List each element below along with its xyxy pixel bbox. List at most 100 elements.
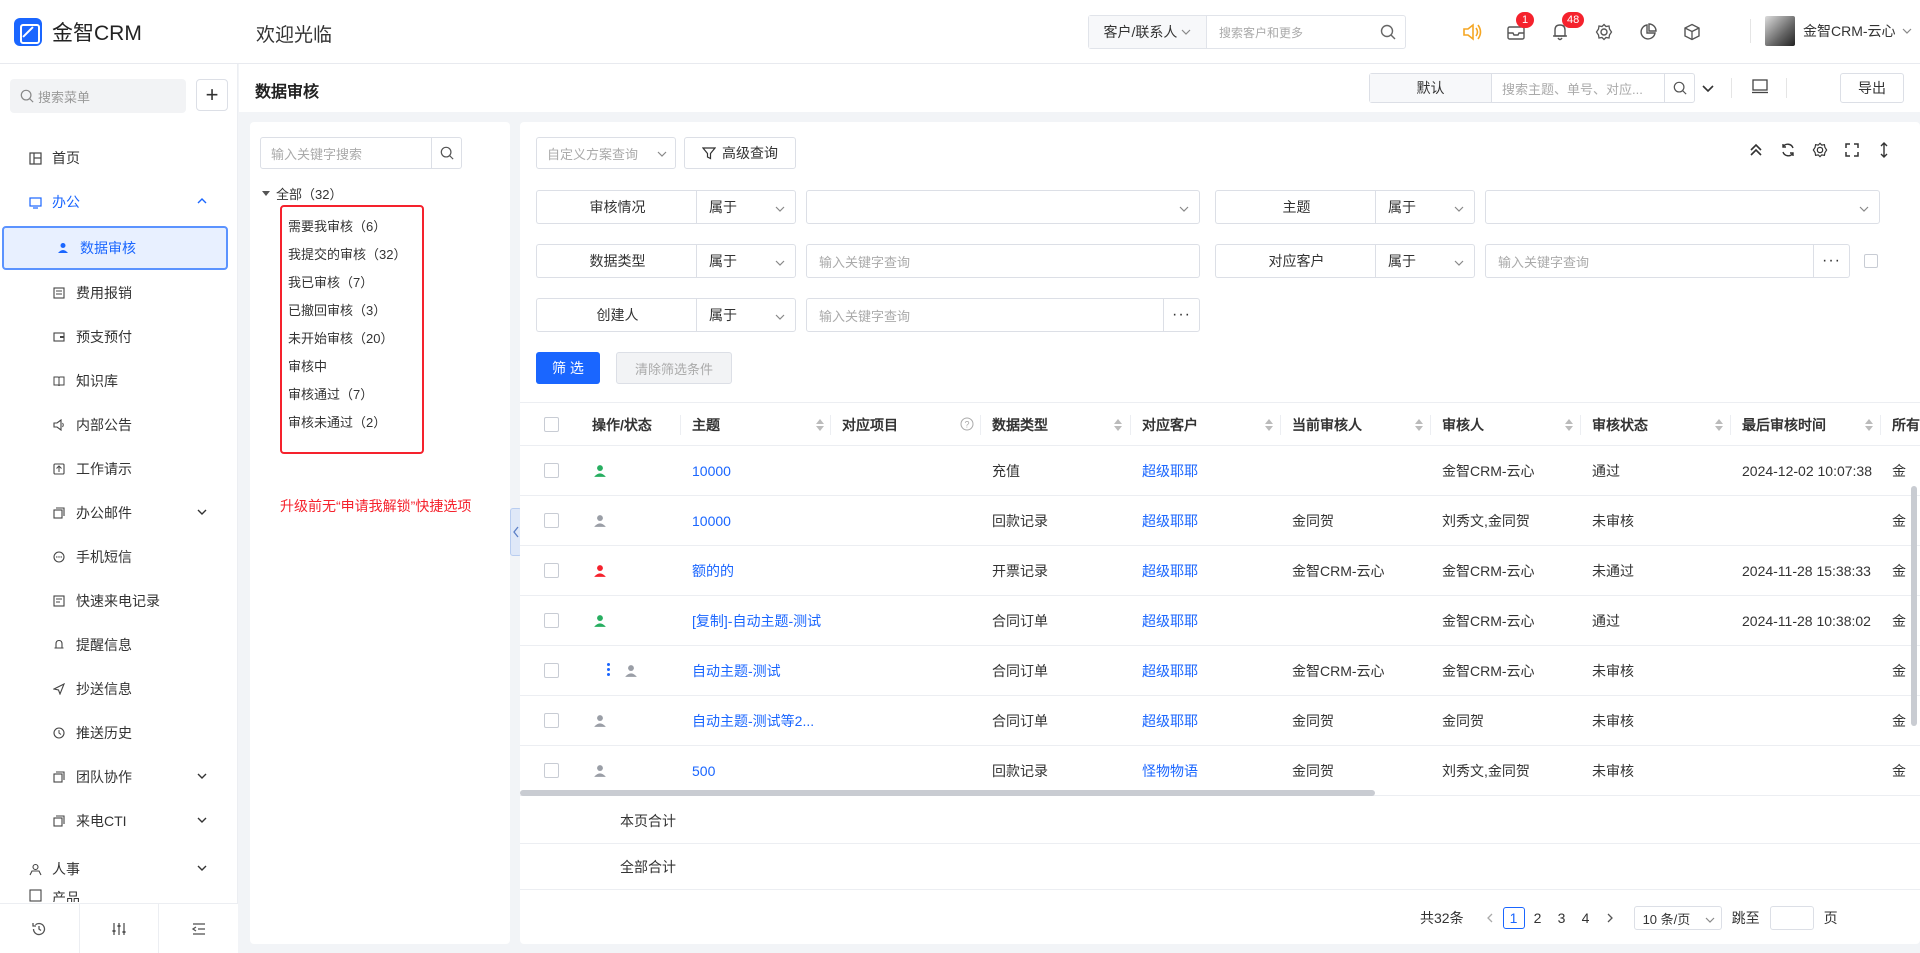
- sort-icon[interactable]: [1415, 419, 1423, 431]
- brand-logo[interactable]: 金智CRM: [14, 17, 142, 47]
- table-row[interactable]: [复制]-自动主题-测试 合同订单 超级耶耶 金智CRM-云心 通过 2024-11-28…: [520, 596, 1920, 646]
- tree-node-reviewed[interactable]: 我已审核（7）: [288, 272, 373, 291]
- tree-root[interactable]: 全部（32）: [262, 184, 342, 203]
- export-button[interactable]: 导出: [1840, 73, 1904, 103]
- tree-node-rejected[interactable]: 审核未通过（2）: [288, 412, 386, 431]
- search-icon[interactable]: [1664, 74, 1694, 102]
- global-search-input[interactable]: 搜索客户和更多: [1207, 24, 1371, 41]
- search-icon[interactable]: [1371, 24, 1405, 40]
- chevron-down-icon[interactable]: [1701, 82, 1715, 96]
- cell-customer[interactable]: 超级耶耶: [1142, 446, 1198, 496]
- horizontal-scrollbar[interactable]: [520, 790, 1920, 797]
- sidebar-item-office[interactable]: 办公: [0, 180, 230, 224]
- history-icon[interactable]: [0, 904, 80, 953]
- sort-icon[interactable]: [1114, 419, 1122, 431]
- cube-icon[interactable]: [1670, 18, 1714, 46]
- cell-subject[interactable]: 自动主题-测试: [692, 646, 781, 696]
- sidebar-item-expense[interactable]: 费用报销: [0, 271, 230, 315]
- tree-node-not-started[interactable]: 未开始审核（20）: [288, 328, 393, 347]
- sidebar-item-team[interactable]: 团队协作: [0, 755, 230, 799]
- tree-node-my-submitted[interactable]: 我提交的审核（32）: [288, 244, 406, 263]
- cell-customer[interactable]: 怪物物语: [1142, 746, 1198, 796]
- sort-icon[interactable]: [1565, 419, 1573, 431]
- collapse-up-icon[interactable]: [1740, 142, 1772, 158]
- bell-icon[interactable]: 48: [1538, 12, 1585, 46]
- table-row[interactable]: 自动主题-测试等2... 合同订单 超级耶耶 金同贺 金同贺 未审核金: [520, 696, 1920, 746]
- page-2[interactable]: 2: [1527, 907, 1549, 929]
- sidebar-item-cc[interactable]: 抄送信息: [0, 667, 230, 711]
- tree-node-withdrawn[interactable]: 已撤回审核（3）: [288, 300, 386, 319]
- gear-icon[interactable]: [1582, 18, 1626, 46]
- clear-filter-button[interactable]: 清除筛选条件: [616, 352, 732, 384]
- next-page-icon[interactable]: [1599, 907, 1621, 929]
- refresh-icon[interactable]: [1772, 142, 1804, 158]
- monitor-icon[interactable]: [1751, 79, 1769, 95]
- jump-page-input[interactable]: [1769, 906, 1814, 930]
- filter-op-select[interactable]: 属于: [1375, 190, 1475, 224]
- select-all-checkbox[interactable]: [544, 417, 559, 432]
- scheme-select[interactable]: 默认: [1370, 74, 1492, 102]
- sidebar-item-hr[interactable]: 人事: [0, 847, 230, 891]
- search-scope-select[interactable]: 客户/联系人: [1089, 16, 1207, 48]
- table-row[interactable]: 500 回款记录 怪物物语 金同贺 刘秀文,金同贺 未审核 金: [520, 746, 1920, 796]
- cell-customer[interactable]: 超级耶耶: [1142, 496, 1198, 546]
- page-search-input[interactable]: 搜索主题、单号、对应...: [1492, 74, 1664, 102]
- table-row[interactable]: 10000 回款记录 超级耶耶 金同贺 刘秀文,金同贺 未审核金: [520, 496, 1920, 546]
- sort-icon[interactable]: [1715, 419, 1723, 431]
- cell-subject[interactable]: 10000: [692, 446, 731, 496]
- add-button[interactable]: +: [196, 79, 228, 111]
- cell-customer[interactable]: 超级耶耶: [1142, 546, 1198, 596]
- filter-op-select[interactable]: 属于: [696, 244, 796, 278]
- row-checkbox[interactable]: [544, 663, 559, 678]
- sidebar-item-announcement[interactable]: 内部公告: [0, 403, 230, 447]
- mail-icon[interactable]: 1: [1494, 12, 1538, 46]
- table-row[interactable]: 额的的 开票记录 超级耶耶 金智CRM-云心 金智CRM-云心 未通过 2024-11-28…: [520, 546, 1920, 596]
- search-icon[interactable]: [431, 138, 461, 168]
- scrollbar-thumb[interactable]: [520, 790, 1375, 796]
- cell-subject[interactable]: [复制]-自动主题-测试: [692, 596, 821, 646]
- filter-button[interactable]: 筛 选: [536, 352, 600, 384]
- advanced-query-button[interactable]: 高级查询: [684, 137, 796, 169]
- filter-op-select[interactable]: 属于: [1375, 244, 1475, 278]
- prev-page-icon[interactable]: [1479, 907, 1501, 929]
- tree-node-approved[interactable]: 审核通过（7）: [288, 384, 373, 403]
- vertical-scrollbar[interactable]: [1911, 486, 1917, 726]
- sidebar-item-sms[interactable]: 手机短信: [0, 535, 230, 579]
- gear-icon[interactable]: [1804, 142, 1836, 158]
- help-icon[interactable]: ?: [960, 417, 974, 434]
- sort-icon[interactable]: [816, 419, 824, 431]
- collapse-menu-icon[interactable]: [159, 904, 238, 953]
- tree-node-need-my-review[interactable]: 需要我审核（6）: [288, 216, 386, 235]
- table-row[interactable]: 10000 充值 超级耶耶 金智CRM-云心 通过 2024-12-02 10:07:38…: [520, 446, 1920, 496]
- sidebar-item-cti[interactable]: 来电CTI: [0, 799, 230, 843]
- filter-value-data-type-input[interactable]: 输入关键字查询: [806, 244, 1200, 278]
- sidebar-item-data-audit[interactable]: 数据审核: [2, 226, 228, 270]
- page-3[interactable]: 3: [1551, 907, 1573, 929]
- menu-search-input[interactable]: 搜索菜单: [10, 79, 186, 113]
- custom-scheme-select[interactable]: 自定义方案查询: [536, 137, 676, 169]
- sort-icon[interactable]: [1865, 419, 1873, 431]
- row-height-icon[interactable]: [1868, 142, 1900, 158]
- sidebar-item-call-log[interactable]: 快速来电记录: [0, 579, 230, 623]
- row-checkbox[interactable]: [544, 463, 559, 478]
- tree-search-input[interactable]: 输入关键字搜索: [261, 138, 431, 168]
- row-more-icon[interactable]: [606, 663, 610, 678]
- settings-sliders-icon[interactable]: [80, 904, 160, 953]
- row-checkbox[interactable]: [544, 563, 559, 578]
- cell-customer[interactable]: 超级耶耶: [1142, 696, 1198, 746]
- filter-value-audit-status[interactable]: [806, 190, 1200, 224]
- cell-customer[interactable]: 超级耶耶: [1142, 646, 1198, 696]
- tree-node-in-review[interactable]: 审核中: [288, 356, 327, 375]
- filter-checkbox[interactable]: [1864, 254, 1878, 268]
- sidebar-item-product[interactable]: 产品: [0, 886, 230, 902]
- cell-subject[interactable]: 500: [692, 746, 715, 796]
- filter-value-customer-input[interactable]: 输入关键字查询 ···: [1485, 244, 1850, 278]
- sidebar-item-push-history[interactable]: 推送历史: [0, 711, 230, 755]
- sidebar-item-reminder[interactable]: 提醒信息: [0, 623, 230, 667]
- caret-down-icon[interactable]: [262, 191, 270, 196]
- sidebar-item-advance[interactable]: 预支预付: [0, 315, 230, 359]
- page-4[interactable]: 4: [1575, 907, 1597, 929]
- pie-chart-icon[interactable]: [1626, 18, 1670, 46]
- filter-op-select[interactable]: 属于: [696, 190, 796, 224]
- sidebar-item-request[interactable]: 工作请示: [0, 447, 230, 491]
